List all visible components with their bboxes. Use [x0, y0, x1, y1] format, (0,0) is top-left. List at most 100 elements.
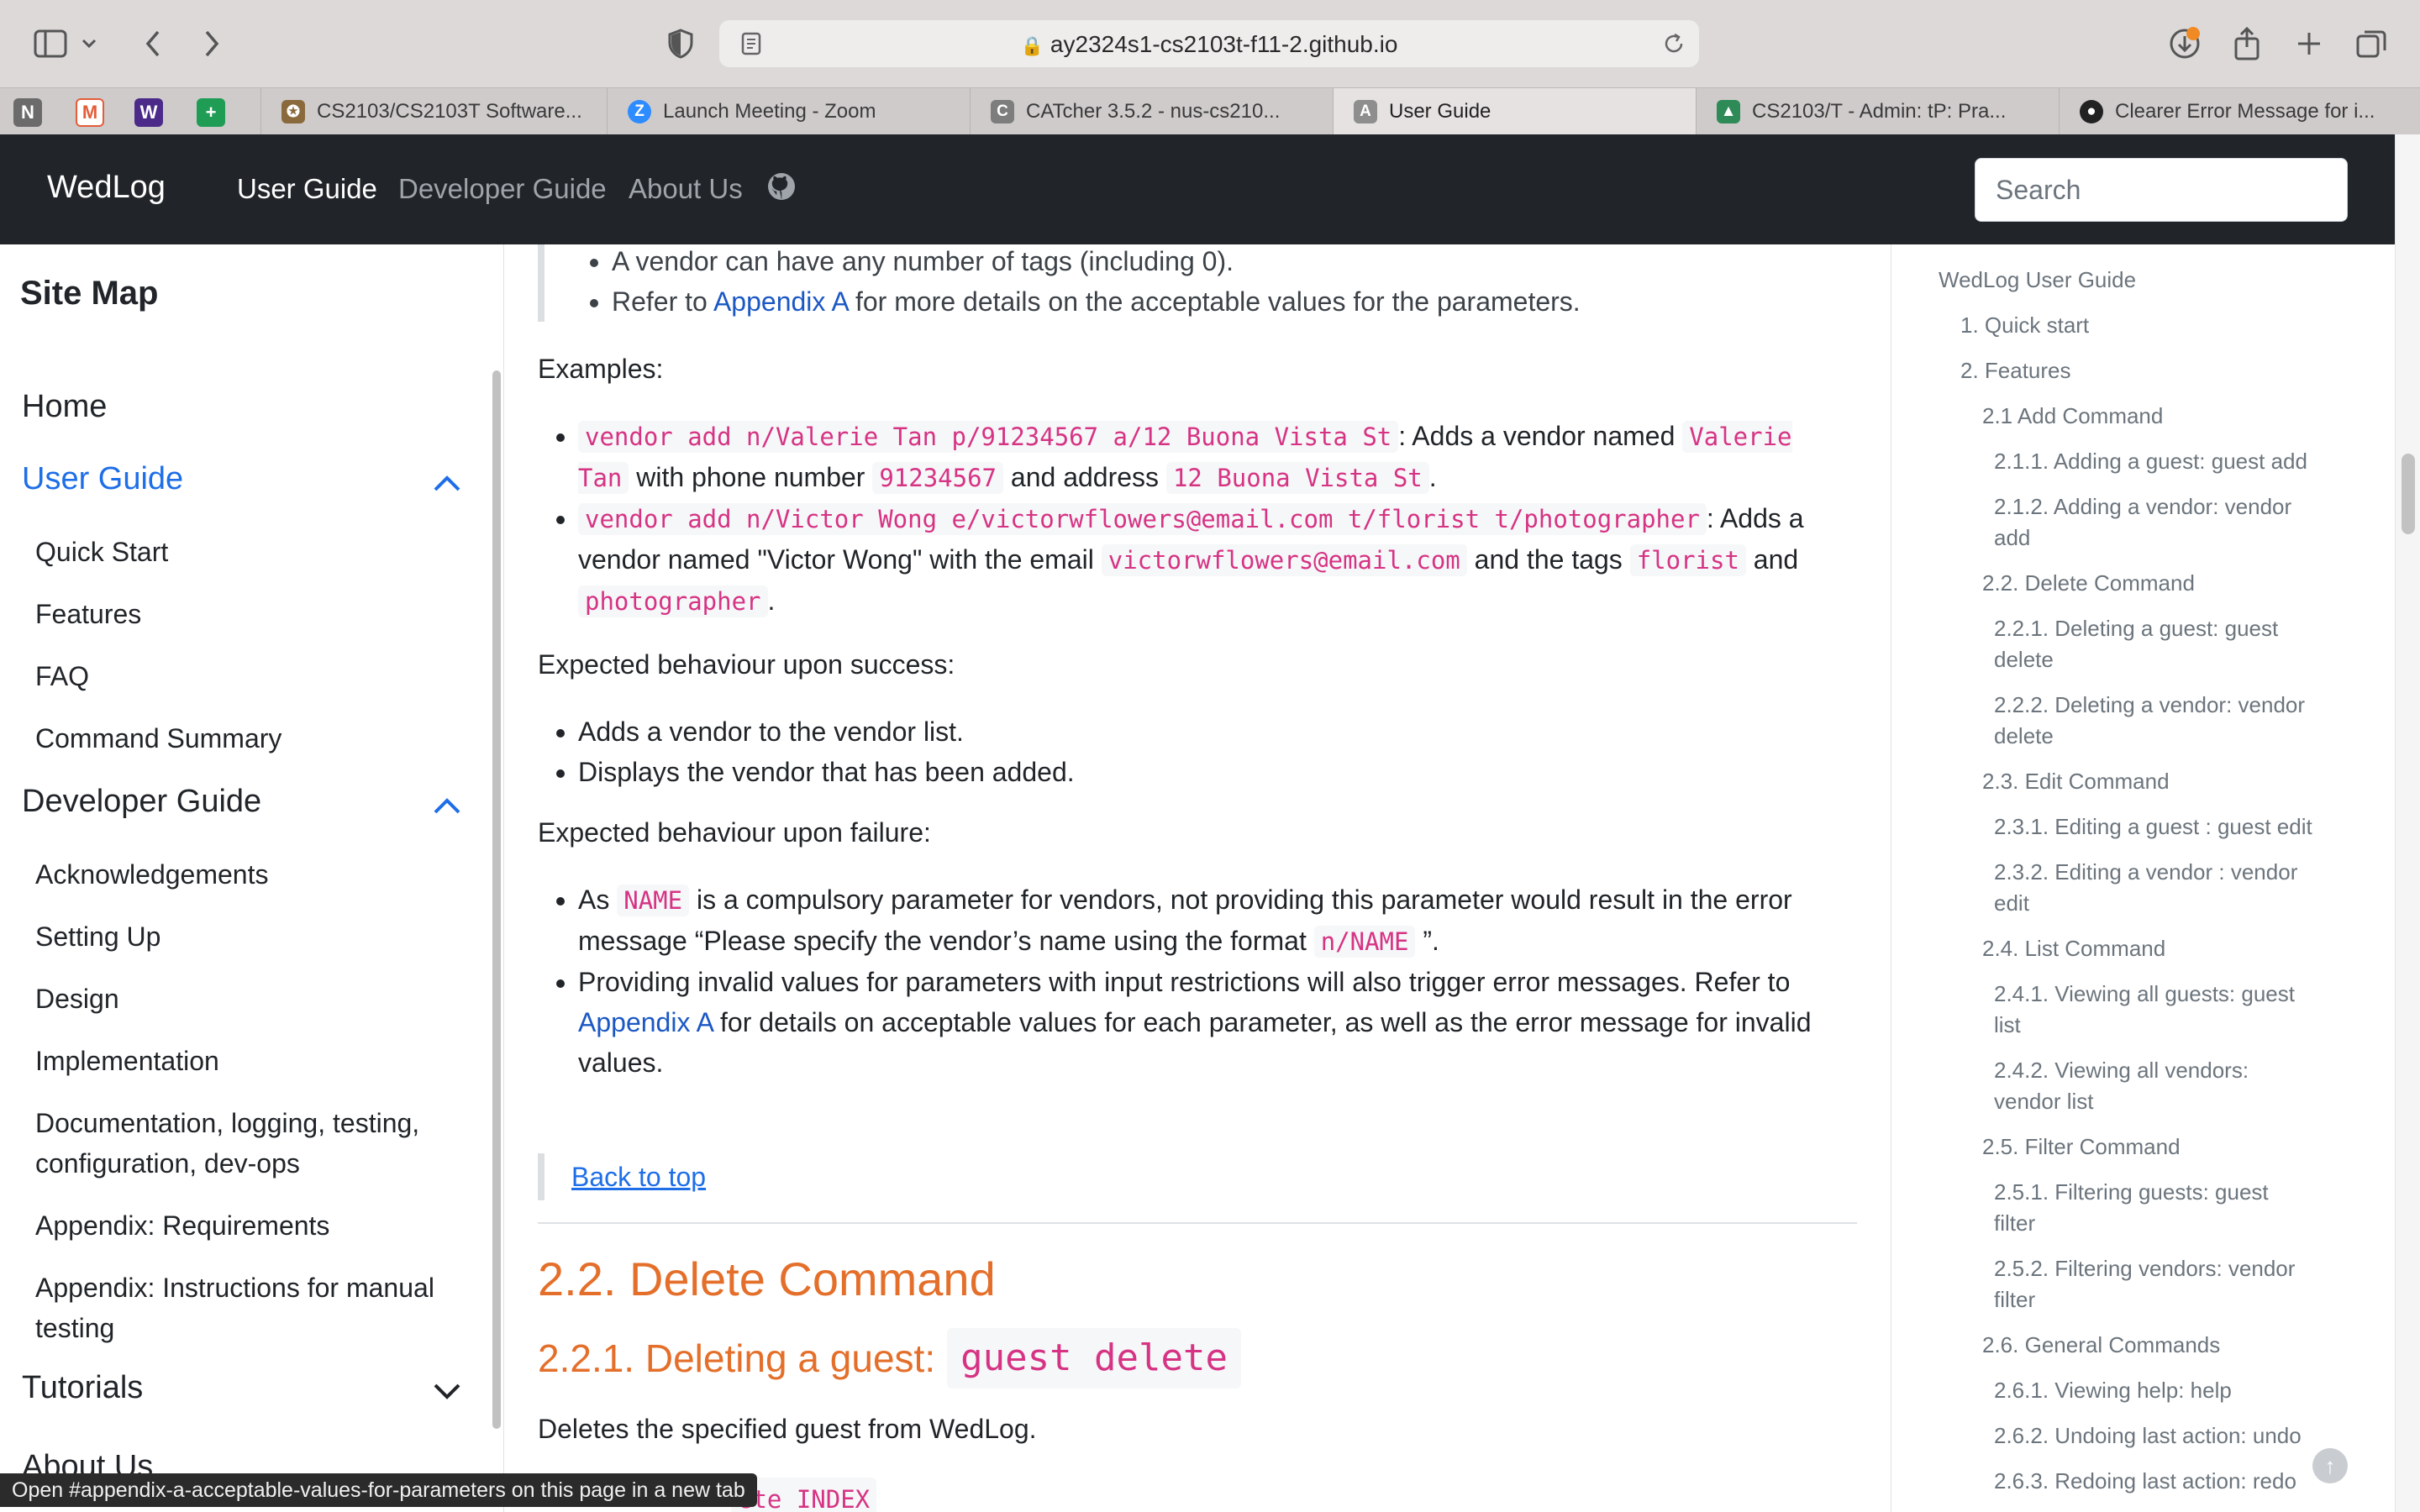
forward-arrow-icon[interactable]	[192, 24, 232, 64]
toc-item[interactable]: 2.2.1. Deleting a guest: guest delete	[1994, 613, 2313, 675]
nav-about-us[interactable]: About Us	[629, 173, 743, 205]
tab-favicon: A	[1354, 100, 1377, 123]
toc-item[interactable]: 2.1.2. Adding a vendor: vendor add	[1994, 491, 2313, 554]
failure-heading: Expected behaviour upon failure:	[538, 817, 931, 848]
toc-item[interactable]: 2.3.1. Editing a guest : guest edit	[1994, 811, 2313, 843]
list-item: Providing invalid values for parameters …	[578, 962, 1839, 1083]
sidebar-item-tutorials[interactable]: Tutorials	[22, 1370, 143, 1406]
search-input[interactable]	[1975, 158, 2348, 222]
url-text: 🔒 ay2324s1-cs2103t-f11-2.github.io	[1020, 31, 1398, 57]
tab-favicon: ✪	[281, 100, 305, 123]
pinned-tab-w[interactable]: W	[134, 98, 163, 127]
list-item: Refer to Appendix A for more details on …	[612, 281, 1839, 322]
delete-command-heading: 2.2. Delete Command	[538, 1252, 996, 1305]
lock-icon: 🔒	[1020, 35, 1044, 56]
github-icon[interactable]	[766, 171, 800, 205]
toc-item[interactable]: 2.6.3. Redoing last action: redo	[1994, 1466, 2313, 1497]
tab-favicon: Z	[628, 100, 651, 123]
chevron-down-icon[interactable]	[430, 1373, 464, 1407]
examples-heading: Examples:	[538, 354, 664, 384]
reload-icon[interactable]	[1654, 24, 1694, 64]
toc-item[interactable]: 2.3. Edit Command	[1982, 766, 2386, 797]
list-item: A vendor can have any number of tags (in…	[612, 244, 1839, 281]
tab-github-issue[interactable]: ● Clearer Error Message for i...	[2059, 88, 2420, 135]
downloads-icon[interactable]	[2165, 24, 2205, 64]
sidebar-toggle-icon[interactable]	[30, 24, 71, 64]
list-item: Displays the vendor that has been added.	[578, 752, 1839, 792]
chevron-up-icon[interactable]	[430, 789, 464, 822]
brand-logo[interactable]: WedLog	[47, 170, 166, 206]
tab-strip: N M W + ✪ CS2103/CS2103T Software... Z L…	[0, 87, 2420, 135]
new-tab-icon[interactable]	[2289, 24, 2329, 64]
toc-item[interactable]: 2.4. List Command	[1982, 933, 2386, 964]
pinned-tab-mail[interactable]: M	[76, 98, 104, 127]
page-scrollbar-track	[2395, 134, 2420, 1512]
list-item: Adds a vendor to the vendor list.	[578, 711, 1839, 752]
tab-overview-icon[interactable]	[2351, 24, 2391, 64]
sidebar-item-acknowledgements[interactable]: Acknowledgements	[35, 854, 472, 895]
tab-zoom[interactable]: Z Launch Meeting - Zoom	[607, 88, 970, 135]
sidebar-item-quick-start[interactable]: Quick Start	[35, 532, 472, 572]
nav-developer-guide[interactable]: Developer Guide	[398, 173, 607, 205]
tab-catcher[interactable]: C CATcher 3.5.2 - nus-cs210...	[970, 88, 1333, 135]
back-to-top-border	[538, 1153, 544, 1200]
toc-item[interactable]: WedLog User Guide	[1939, 265, 2342, 296]
sidebar-item-documentation[interactable]: Documentation, logging, testing, configu…	[35, 1103, 472, 1184]
pinned-tab-notion[interactable]: N	[13, 98, 42, 127]
sidebar-item-design[interactable]: Design	[35, 979, 472, 1019]
toc-item[interactable]: 2.1.1. Adding a guest: guest add	[1994, 446, 2313, 477]
back-arrow-icon[interactable]	[133, 24, 173, 64]
pinned-tab-sheets[interactable]: +	[197, 98, 225, 127]
toc-item[interactable]: 2.4.1. Viewing all guests: guest list	[1994, 979, 2313, 1041]
toc-item[interactable]: 2.5.1. Filtering guests: guest filter	[1994, 1177, 2313, 1239]
tab-cs2103-admin[interactable]: ▲ CS2103/T - Admin: tP: Pra...	[1696, 88, 2059, 135]
chevron-up-icon[interactable]	[430, 466, 464, 500]
sidebar-item-developer-guide[interactable]: Developer Guide	[22, 784, 261, 820]
toc-item[interactable]: 2.4.2. Viewing all vendors: vendor list	[1994, 1055, 2313, 1117]
sidebar-item-command-summary[interactable]: Command Summary	[35, 718, 472, 759]
back-to-top-link[interactable]: Back to top	[571, 1157, 706, 1197]
sidebar-item-home[interactable]: Home	[22, 389, 107, 425]
sidebar-item-user-guide[interactable]: User Guide	[22, 461, 183, 497]
toc-item[interactable]: 2. Features	[1960, 355, 2364, 386]
sidebar-item-appendix-manual-testing[interactable]: Appendix: Instructions for manual testin…	[35, 1268, 472, 1348]
page-scrollbar-thumb[interactable]	[2402, 454, 2415, 534]
section-divider	[538, 1222, 1857, 1224]
sidebar-item-implementation[interactable]: Implementation	[35, 1041, 472, 1081]
note-box-border	[538, 244, 544, 322]
toc-item[interactable]: 2.6. General Commands	[1982, 1330, 2386, 1361]
list-item: vendor add n/Victor Wong e/victorwflower…	[578, 498, 1839, 622]
list-item: As NAME is a compulsory parameter for ve…	[578, 879, 1839, 962]
appendix-a-link[interactable]: Appendix A	[713, 286, 848, 317]
toc-item[interactable]: 2.5. Filter Command	[1982, 1131, 2386, 1163]
privacy-shield-icon[interactable]	[660, 24, 701, 64]
appendix-a-link[interactable]: Appendix A	[578, 1007, 713, 1037]
delete-guest-heading: 2.2.1. Deleting a guest: guest delete	[538, 1328, 1241, 1389]
sidebar-item-features[interactable]: Features	[35, 594, 472, 634]
chevron-down-icon[interactable]	[77, 24, 101, 64]
toc-item[interactable]: 2.6.2. Undoing last action: undo	[1994, 1420, 2313, 1452]
sidebar-item-faq[interactable]: FAQ	[35, 656, 472, 696]
toc-item[interactable]: 2.6.1. Viewing help: help	[1994, 1375, 2313, 1406]
list-item: vendor add n/Valerie Tan p/91234567 a/12…	[578, 416, 1839, 498]
toc-item[interactable]: 2.2. Delete Command	[1982, 568, 2386, 599]
tab-cs2103-software[interactable]: ✪ CS2103/CS2103T Software...	[260, 88, 607, 135]
example-command: vendor add n/Victor Wong e/victorwflower…	[578, 503, 1707, 535]
delete-guest-code: guest delete	[947, 1328, 1241, 1389]
sidebar-scrollbar[interactable]	[492, 370, 501, 1429]
nav-user-guide[interactable]: User Guide	[237, 173, 377, 205]
share-icon[interactable]	[2227, 24, 2267, 64]
toc-item[interactable]: 2.1 Add Command	[1982, 401, 2386, 432]
toc-item[interactable]: 2.5.2. Filtering vendors: vendor filter	[1994, 1253, 2313, 1315]
scroll-to-top-icon[interactable]: ↑	[2312, 1448, 2348, 1483]
toc-item[interactable]: 2.3.2. Editing a vendor : vendor edit	[1994, 857, 2313, 919]
sidebar-item-appendix-requirements[interactable]: Appendix: Requirements	[35, 1205, 472, 1246]
success-heading: Expected behaviour upon success:	[538, 649, 955, 680]
sidebar-item-setting-up[interactable]: Setting Up	[35, 916, 472, 957]
success-list: Adds a vendor to the vendor list. Displa…	[578, 711, 1839, 792]
tab-user-guide[interactable]: A User Guide	[1333, 88, 1696, 135]
address-bar[interactable]: 🔒 ay2324s1-cs2103t-f11-2.github.io	[719, 20, 1699, 67]
toc-item[interactable]: 2.2.2. Deleting a vendor: vendor delete	[1994, 690, 2313, 752]
toc-item[interactable]: 1. Quick start	[1960, 310, 2364, 341]
table-of-contents: WedLog User Guide 1. Quick start 2. Featur…	[1891, 244, 2395, 1512]
